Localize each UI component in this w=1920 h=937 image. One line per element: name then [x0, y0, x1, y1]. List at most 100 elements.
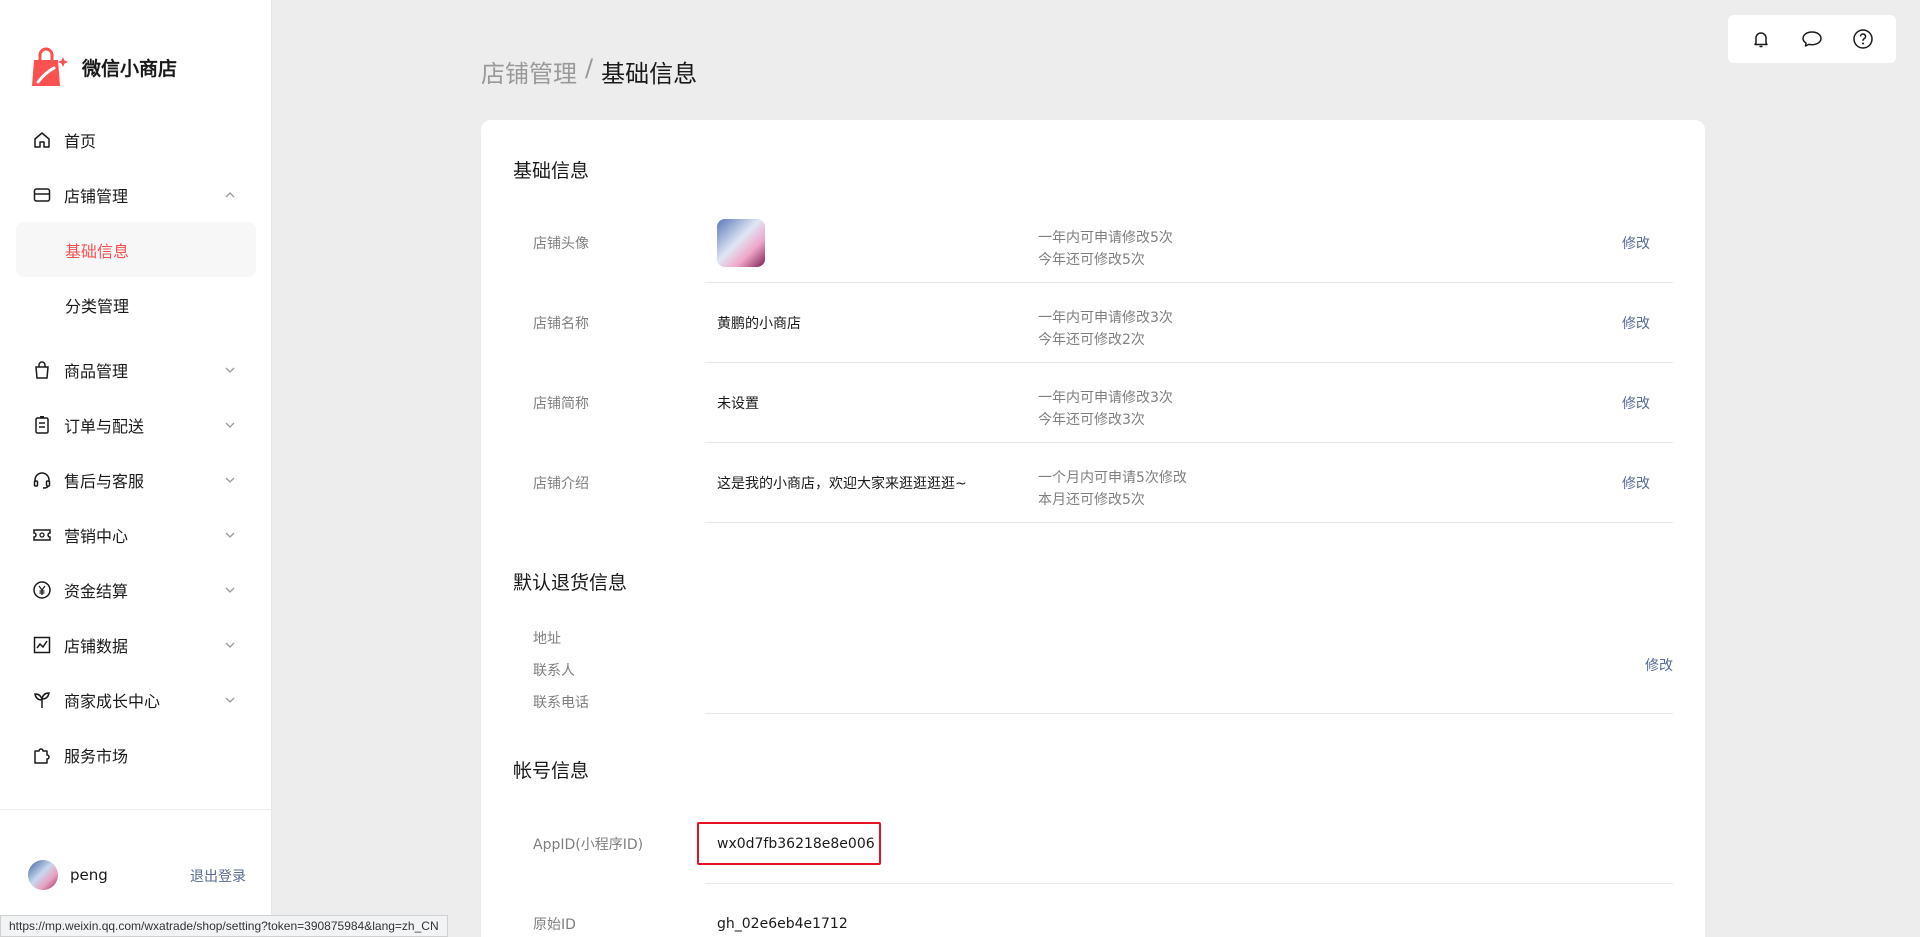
- ticket-icon: [32, 525, 52, 545]
- clipboard-icon: [32, 415, 52, 435]
- edit-returns-link[interactable]: 修改: [1645, 655, 1673, 675]
- chevron-down-icon: [225, 367, 235, 373]
- row-value: 黄鹏的小商店: [717, 316, 801, 332]
- chat-icon[interactable]: [1800, 27, 1824, 51]
- sidebar-item-products[interactable]: 商品管理: [0, 342, 272, 397]
- sidebar-item-label: 资金结算: [64, 581, 129, 601]
- status-url: https://mp.weixin.qq.com/wxatrade/shop/s…: [0, 915, 448, 937]
- return-info-labels: 地址 联系人 联系电话: [533, 623, 589, 719]
- sidebar-subitem-label: 分类管理: [65, 296, 130, 316]
- divider: [705, 713, 1673, 714]
- appid-value[interactable]: wx0d7fb36218e8e006: [697, 822, 881, 865]
- edit-intro-link[interactable]: 修改: [1622, 443, 1650, 523]
- logout-link[interactable]: 退出登录: [190, 866, 246, 886]
- yen-icon: [32, 580, 52, 600]
- help-icon[interactable]: [1851, 27, 1875, 51]
- sidebar-item-label: 商家成长中心: [64, 691, 161, 711]
- row-label: 店铺介绍: [533, 476, 589, 492]
- settings-card: 基础信息 店铺头像 一年内可申请修改5次 今年还可修改5次 修改 店铺名称 黄鹏…: [481, 120, 1705, 937]
- chevron-down-icon: [225, 587, 235, 593]
- section-title-basic: 基础信息: [513, 160, 590, 182]
- sidebar-item-home[interactable]: 首页: [0, 112, 272, 167]
- sidebar-subitem-category[interactable]: 分类管理: [0, 277, 272, 332]
- return-contact-label: 联系人: [533, 663, 575, 679]
- sidebar-item-store-data[interactable]: 店铺数据: [0, 617, 272, 672]
- row-limit: 一年内可申请修改3次 今年还可修改3次: [1038, 387, 1173, 431]
- edit-short-name-link[interactable]: 修改: [1622, 363, 1650, 443]
- puzzle-icon: [32, 745, 52, 765]
- chevron-down-icon: [225, 532, 235, 538]
- row-label: 原始ID: [533, 917, 576, 933]
- limit-remaining: 今年还可修改5次: [1038, 252, 1145, 268]
- sidebar-item-orders[interactable]: 订单与配送: [0, 397, 272, 452]
- limit-remaining: 今年还可修改3次: [1038, 412, 1145, 428]
- edit-name-link[interactable]: 修改: [1622, 283, 1650, 363]
- row-label: 店铺名称: [533, 316, 589, 332]
- app-logo[interactable]: 微信小商店: [28, 46, 177, 88]
- user-name: peng: [70, 866, 108, 884]
- sidebar: 微信小商店 首页 店铺管理 基础信息 分类管理 商品管理 订单与配送 售后与客服…: [0, 0, 272, 937]
- sidebar-item-label: 服务市场: [64, 746, 129, 766]
- sidebar-item-service-market[interactable]: 服务市场: [0, 727, 272, 782]
- page-title: 基础信息: [601, 60, 698, 88]
- breadcrumb: 店铺管理 / 基础信息: [481, 54, 697, 89]
- sidebar-item-aftersales[interactable]: 售后与客服: [0, 452, 272, 507]
- row-label: 店铺简称: [533, 396, 589, 412]
- chevron-down-icon: [225, 477, 235, 483]
- chart-icon: [32, 635, 52, 655]
- row-limit: 一年内可申请修改3次 今年还可修改2次: [1038, 307, 1173, 351]
- limit-line: 一年内可申请修改3次: [1038, 390, 1173, 406]
- row-shop-short-name: 店铺简称 未设置 一年内可申请修改3次 今年还可修改3次 修改: [533, 363, 1673, 443]
- user-profile[interactable]: peng: [28, 860, 108, 890]
- limit-line: 一年内可申请修改5次: [1038, 230, 1173, 246]
- headset-icon: [32, 470, 52, 490]
- chevron-down-icon: [225, 422, 235, 428]
- row-value: gh_02e6eb4e1712: [717, 916, 848, 932]
- sidebar-item-label: 首页: [64, 131, 97, 151]
- row-origin-id: 原始ID gh_02e6eb4e1712: [533, 884, 1673, 937]
- sidebar-item-marketing[interactable]: 营销中心: [0, 507, 272, 562]
- chevron-up-icon: [225, 191, 235, 197]
- row-value: 这是我的小商店，欢迎大家来逛逛逛逛~: [717, 476, 967, 492]
- sidebar-subitem-label: 基础信息: [65, 241, 130, 261]
- sidebar-subitem-basic-info[interactable]: 基础信息: [16, 222, 256, 277]
- home-icon: [32, 130, 52, 150]
- bag-icon: [32, 360, 52, 380]
- bell-icon[interactable]: [1749, 27, 1773, 51]
- divider: [705, 522, 1673, 523]
- chevron-down-icon: [225, 697, 235, 703]
- sidebar-item-store-management[interactable]: 店铺管理: [0, 167, 272, 222]
- return-address-label: 地址: [533, 631, 561, 647]
- avatar: [28, 860, 58, 890]
- row-shop-name: 店铺名称 黄鹏的小商店 一年内可申请修改3次 今年还可修改2次 修改: [533, 283, 1673, 363]
- sidebar-item-label: 店铺数据: [64, 636, 129, 656]
- chevron-down-icon: [225, 642, 235, 648]
- app-name: 微信小商店: [82, 57, 178, 80]
- row-value: 未设置: [717, 396, 759, 412]
- limit-remaining: 本月还可修改5次: [1038, 492, 1145, 508]
- sprout-icon: [32, 690, 52, 710]
- row-shop-avatar: 店铺头像 一年内可申请修改5次 今年还可修改5次 修改: [533, 203, 1673, 283]
- row-label: 店铺头像: [533, 236, 589, 252]
- sidebar-item-label: 订单与配送: [64, 416, 145, 436]
- section-title-account: 帐号信息: [513, 760, 590, 782]
- section-title-returns: 默认退货信息: [513, 572, 628, 594]
- breadcrumb-parent[interactable]: 店铺管理: [481, 54, 577, 89]
- row-label: AppID(小程序ID): [533, 837, 644, 853]
- shop-avatar-image: [717, 219, 765, 267]
- edit-avatar-link[interactable]: 修改: [1622, 203, 1650, 283]
- sidebar-item-label: 商品管理: [64, 361, 129, 381]
- sidebar-item-growth-center[interactable]: 商家成长中心: [0, 672, 272, 727]
- sidebar-item-label: 店铺管理: [64, 186, 129, 206]
- row-limit: 一年内可申请修改5次 今年还可修改5次: [1038, 227, 1173, 271]
- sidebar-item-label: 售后与客服: [64, 471, 145, 491]
- top-toolbar: [1728, 15, 1896, 63]
- return-phone-label: 联系电话: [533, 695, 589, 711]
- row-limit: 一个月内可申请5次修改 本月还可修改5次: [1038, 467, 1187, 511]
- sidebar-nav: 首页 店铺管理 基础信息 分类管理 商品管理 订单与配送 售后与客服 营销中心 …: [0, 112, 272, 782]
- shop-bag-logo-icon: [32, 47, 68, 86]
- sidebar-item-label: 营销中心: [64, 526, 129, 546]
- limit-line: 一年内可申请修改3次: [1038, 310, 1173, 326]
- sidebar-item-finance[interactable]: 资金结算: [0, 562, 272, 617]
- row-shop-intro: 店铺介绍 这是我的小商店，欢迎大家来逛逛逛逛~ 一个月内可申请5次修改 本月还可…: [533, 443, 1673, 523]
